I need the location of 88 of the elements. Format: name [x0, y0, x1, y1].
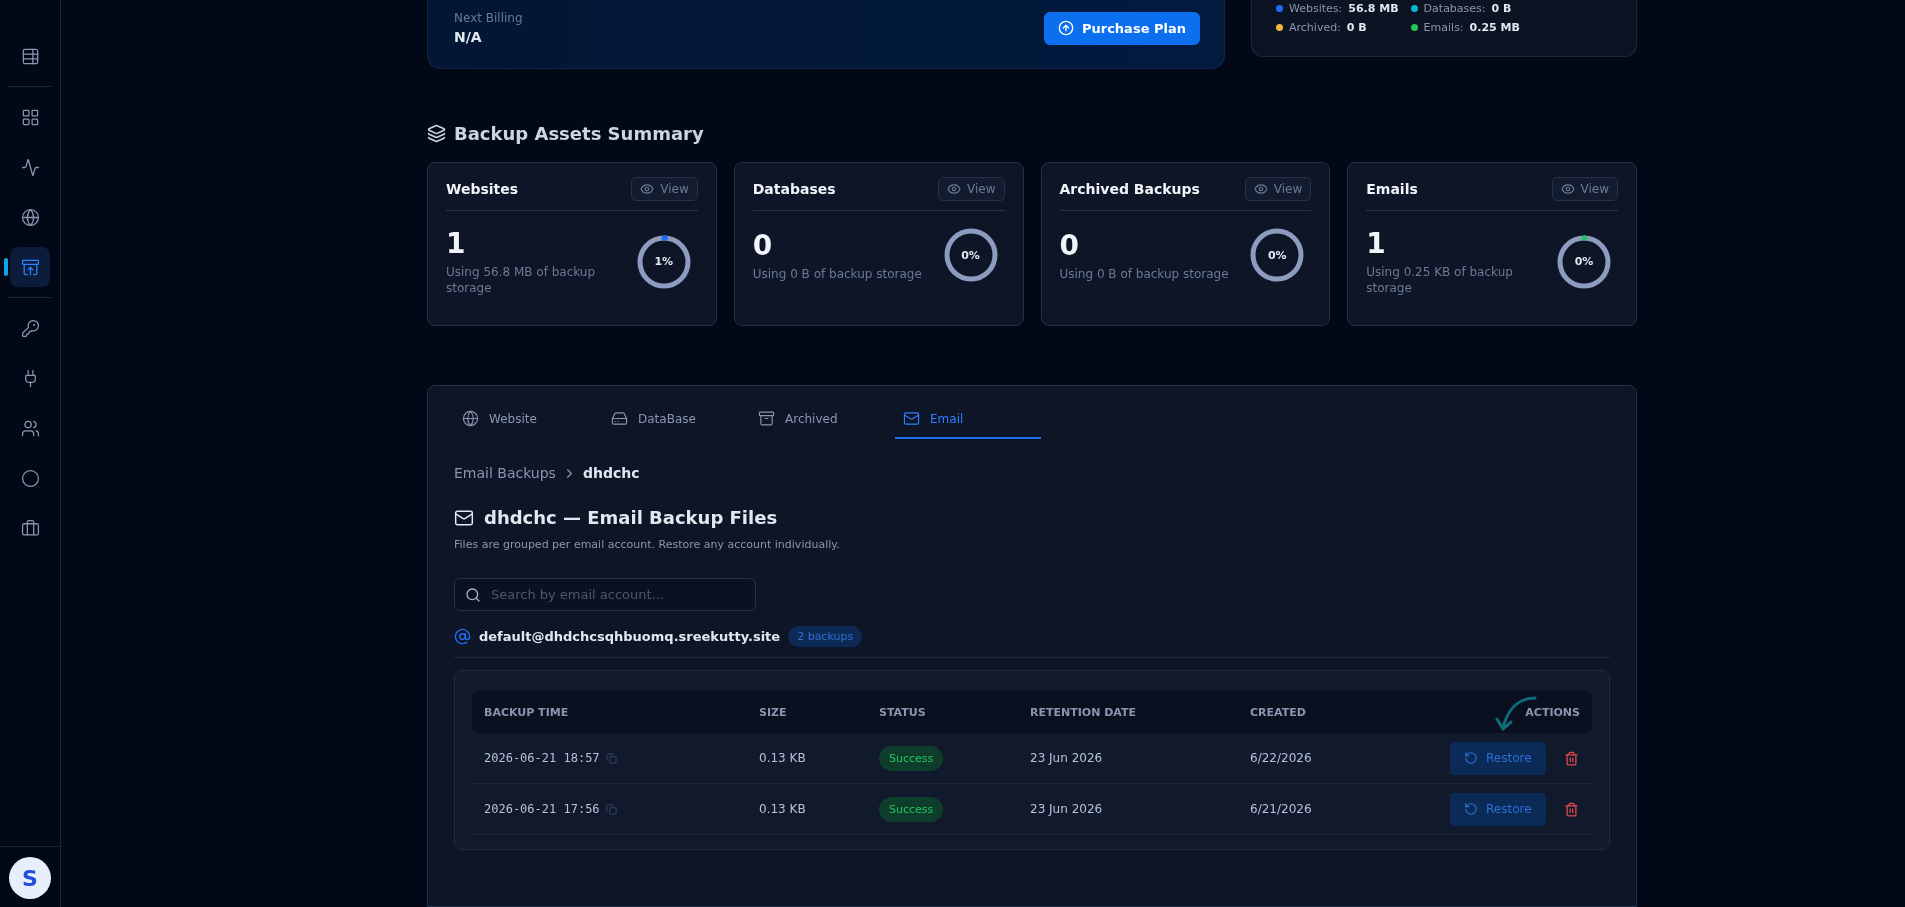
table-cell-text: 23 Jun 2026 — [1030, 802, 1104, 816]
column-header: ACTIONS — [1524, 705, 1580, 719]
globe-icon — [462, 410, 479, 427]
asset-count: 0 — [752, 228, 774, 262]
column-header: CREATED — [1250, 705, 1307, 719]
at-icon — [454, 628, 471, 645]
percent-label: 0% — [1266, 247, 1288, 264]
table-cell-text: 23 Jun 2026 — [1030, 751, 1104, 765]
search-icon — [465, 586, 481, 603]
percent-label: 0% — [960, 247, 981, 264]
eye-icon — [1253, 182, 1268, 196]
breadcrumb-link[interactable]: Email Backups — [454, 465, 556, 481]
view-button[interactable]: View — [631, 177, 698, 201]
rotate-icon — [1464, 802, 1478, 816]
percent-label: 1% — [653, 254, 675, 270]
eye-icon — [947, 182, 961, 196]
usage-text: Using 0 B of backup storage — [1059, 265, 1230, 282]
asset-count: 1 — [1366, 227, 1387, 260]
table-chart-icon — [20, 46, 40, 66]
table-cell-text: 0.13 KB — [759, 802, 807, 816]
page-heading: dhdchc — Email Backup Files — [484, 507, 778, 528]
usage-text: Using 56.8 MB of backup storage — [446, 264, 597, 296]
card-title: Archived Backups — [1059, 181, 1200, 197]
billing-value: N/A — [454, 29, 483, 45]
layers-icon — [427, 124, 446, 143]
archive-icon — [20, 257, 40, 277]
key-icon — [20, 318, 40, 338]
breadcrumb-current: dhdchc — [582, 465, 640, 481]
restore-button[interactable]: Restore — [1450, 792, 1546, 826]
status-badge: Success — [879, 796, 944, 822]
rotate-icon — [1464, 751, 1478, 765]
legend-value: 56.8 MB — [1348, 2, 1399, 15]
table-cell: 2026-06-21 18:57 — [484, 751, 600, 765]
drive-icon — [611, 410, 628, 427]
legend-value: 0 B — [1491, 2, 1512, 15]
view-button[interactable]: View — [1244, 177, 1312, 201]
delete-icon[interactable] — [1563, 750, 1579, 766]
table-cell: 2026-06-21 17:56 — [484, 802, 600, 816]
eye-icon — [640, 182, 655, 196]
column-header: BACKUP TIME — [484, 705, 570, 719]
column-header: STATUS — [879, 705, 927, 719]
column-header: SIZE — [759, 705, 788, 719]
mail-icon — [903, 410, 920, 427]
tab[interactable]: Email — [895, 400, 1041, 439]
circle-icon — [20, 468, 40, 488]
usage-text: Using 0.25 KB of backup storage — [1366, 264, 1514, 296]
legend-value: 0.25 MB — [1469, 21, 1520, 34]
percent-label: 0% — [1573, 254, 1595, 270]
status-badge: Success — [879, 745, 944, 771]
briefcase-icon — [20, 518, 40, 538]
legend-label: Databases: — [1423, 2, 1486, 15]
backup-count-badge: 2 backups — [788, 626, 863, 647]
search-input[interactable]: Search by email account... — [489, 586, 745, 603]
activity-icon — [20, 157, 40, 177]
card-title: Emails — [1366, 181, 1418, 197]
legend-label: Emails: — [1423, 21, 1464, 34]
table-cell-text: 6/22/2026 — [1250, 751, 1313, 765]
search-box[interactable]: Search by email account... — [454, 578, 756, 611]
archive-icon — [758, 410, 775, 427]
globe-icon — [20, 207, 40, 227]
card-title: Databases — [752, 181, 836, 197]
tab[interactable]: Archived — [750, 400, 896, 439]
user-avatar[interactable]: S — [9, 857, 51, 899]
users-icon — [20, 418, 40, 438]
column-header: RETENTION DATE — [1030, 705, 1137, 719]
usage-text: Using 0 B of backup storage — [752, 265, 923, 282]
legend-label: Websites: — [1289, 2, 1343, 15]
subtitle: Files are grouped per email account. Restore any account individually. — [454, 538, 841, 551]
view-button[interactable]: View — [938, 177, 1005, 201]
legend-value: 0 B — [1346, 21, 1367, 34]
table-cell-text: 0.13 KB — [759, 751, 807, 765]
card-title: Websites — [446, 181, 519, 197]
purchase-plan-button[interactable]: Purchase Plan — [1043, 11, 1200, 45]
asset-count: 1 — [446, 227, 467, 260]
delete-icon[interactable] — [1563, 801, 1579, 817]
table-cell-text: 6/21/2026 — [1250, 802, 1313, 816]
billing-label: Next Billing — [454, 11, 523, 25]
tab[interactable]: DataBase — [603, 400, 751, 439]
section-title: Backup Assets Summary — [454, 123, 704, 144]
email-account: default@dhdchcsqhbuomq.sreekutty.site — [479, 629, 781, 644]
tab[interactable]: Website — [454, 400, 604, 439]
view-button[interactable]: View — [1551, 177, 1618, 201]
grid-icon — [20, 107, 40, 127]
asset-count: 0 — [1059, 228, 1080, 262]
restore-button[interactable]: Restore — [1450, 741, 1546, 775]
upload-icon — [1057, 20, 1074, 36]
eye-icon — [1560, 182, 1575, 196]
legend-label: Archived: — [1289, 21, 1341, 34]
